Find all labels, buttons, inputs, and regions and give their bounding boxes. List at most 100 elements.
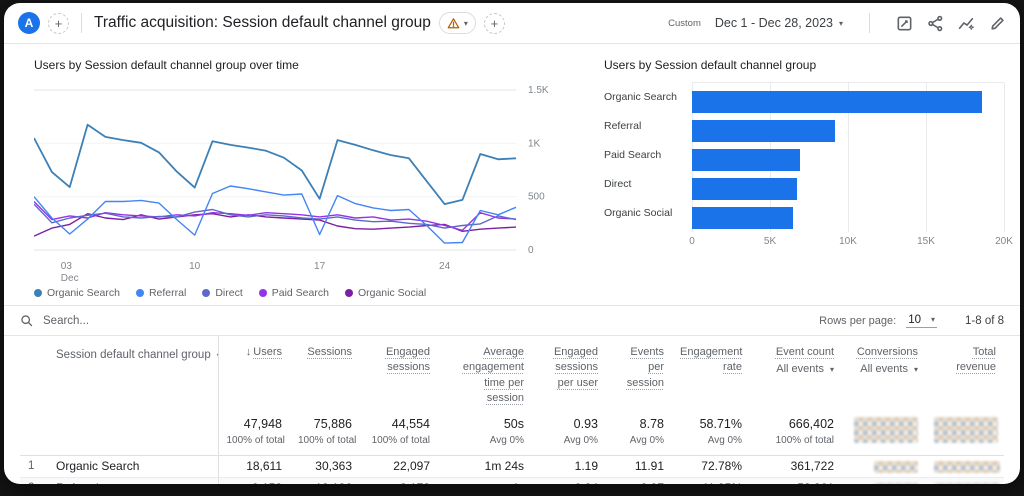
redacted-value [874,482,918,484]
chevron-down-icon: ▾ [930,315,935,324]
dimension-header[interactable]: Session default channel group ▾ + [48,336,219,407]
table-cell: 18,186 [290,477,360,484]
bar-row [692,174,1004,203]
legend-item[interactable]: Paid Search [258,287,329,299]
bar-chart-category-labels: Organic Search Referral Paid Search Direct O… [604,82,692,252]
table-cell: 4s [438,477,532,484]
column-header-label: Engaged sessions [385,346,430,374]
rows-per-page-label: Rows per page: [819,314,897,327]
account-avatar[interactable]: A [18,12,40,34]
column-header-event-count[interactable]: Event count All events ▾ [750,336,842,407]
rows-per-page-select[interactable]: 10 ▾ [906,314,937,328]
chevron-down-icon: ▾ [913,365,918,375]
column-header-label: Total revenue [956,346,996,374]
totals-cell: 666,402 100% of total [750,407,842,456]
totals-sublabel: Avg 0% [707,434,742,446]
legend-item[interactable]: Organic Search [34,287,120,299]
table-cell: 1m 24s [484,459,524,474]
legend-item[interactable]: Organic Social [344,287,426,299]
bar[interactable] [692,206,794,229]
bar[interactable] [692,119,835,142]
column-header-engagement-rate[interactable]: Engagement rate [672,336,750,407]
column-header-conversions[interactable]: Conversions All events ▾ [842,336,926,407]
bar[interactable] [692,148,800,171]
edit-icon[interactable] [989,15,1006,32]
table-cell: 1.19 [574,459,598,474]
metric-filter-select[interactable]: All events ▾ [850,362,918,377]
add-comparison-button[interactable]: + [48,12,69,34]
bar-row [692,145,1004,174]
totals-value: 8.78 [639,416,664,431]
totals-cell [926,407,1004,456]
column-header-label: Events per session [626,346,664,389]
totals-dimension [48,406,219,456]
chevron-down-icon: ▾ [838,18,843,28]
rows-per-page-value: 10 [908,313,921,326]
legend-dot [34,289,42,297]
x-tick-label: 10K [839,236,857,247]
chevron-down-icon: ▾ [829,365,834,375]
metric-filter-select[interactable]: All events ▾ [758,362,834,377]
bar-row [692,116,1004,145]
edit-chart-icon[interactable] [896,15,913,32]
bar-chart-plot[interactable] [692,82,1005,232]
line-chart[interactable]: 0 500 1K 1.5K [33,82,564,261]
totals-cell: 0.93 Avg 0% [532,407,606,456]
legend-item[interactable]: Direct [202,287,243,299]
sort-desc-icon: ↓ [245,346,252,358]
legend-item[interactable]: Referral [135,287,186,299]
chevron-down-icon: ▾ [463,18,468,28]
column-header-label: Engagement rate [680,346,743,374]
redacted-value [934,416,998,443]
date-range-picker[interactable]: Dec 1 - Dec 28, 2023 ▾ [715,16,843,30]
table-cell: 72.78% [701,459,742,474]
legend-label: Paid Search [271,287,329,299]
table-cell [842,455,926,477]
column-header-sessions[interactable]: Sessions [290,336,360,407]
bar[interactable] [692,177,797,200]
totals-value: 50s [503,416,524,431]
table-cell: 2,173 [360,477,438,484]
table-cell: 53,961 [750,477,842,484]
data-warning-chip[interactable]: ▾ [438,12,476,34]
column-header-events-per-session[interactable]: Events per session [606,336,672,407]
report-table: Session default channel group ▾ + ↓Users… [20,336,1004,484]
bar-chart-panel: Users by Session default channel group O… [604,58,1013,299]
x-tick-label: 0 [689,236,695,247]
legend-label: Organic Search [47,287,120,299]
bar[interactable] [692,90,983,113]
search-icon [21,315,33,327]
bar-row [692,87,1004,116]
gridline [1004,83,1005,232]
row-number: 1 [28,460,35,473]
date-mode-label: Custom [668,17,701,29]
column-header-engaged-sessions-per-user[interactable]: Engaged sessions per user [532,336,606,407]
line-chart-svg: 0 500 1K 1.5K [33,85,549,256]
add-tab-button[interactable]: + [483,12,505,34]
table-row[interactable]: 1 Organic Search 18,611 30,363 22,097 1m 24s 1… [20,455,1004,478]
table-row[interactable]: 2Referral9,15218,1862,1734s0.242.9711.95… [20,477,1004,484]
x-tick-label: 20K [995,236,1013,247]
column-header-total-revenue[interactable]: Total revenue [926,336,1004,407]
share-icon[interactable] [927,15,944,32]
svg-text:500: 500 [528,192,545,203]
column-header-engaged-sessions[interactable]: Engaged sessions [360,336,438,407]
insights-icon[interactable] [958,15,975,32]
table-cell: 11.91 [634,459,664,474]
search-input[interactable] [41,313,345,328]
redacted-value [874,460,918,473]
totals-value: 58.71% [699,416,742,431]
totals-cell: 47,948 100% of total [218,407,290,456]
line-chart-panel: Users by Session default channel group o… [33,58,564,299]
plus-icon: + [490,15,499,31]
report-header: A + Traffic acquisition: Session default… [4,3,1020,44]
x-tick-label: 03 Dec [60,261,79,284]
column-header-label: Conversions [856,346,918,358]
row-number: 2 [20,477,48,484]
bar-chart-title: Users by Session default channel group [604,58,817,72]
plus-icon: + [54,15,63,31]
bar-chart-x-axis: 0 5K 10K 15K 20K [689,236,1013,252]
totals-value: 75,886 [313,416,352,431]
column-header-average-engagement-time-per-session[interactable]: Average engagement time per session [438,336,532,407]
column-header-users[interactable]: ↓ Users [218,336,290,407]
